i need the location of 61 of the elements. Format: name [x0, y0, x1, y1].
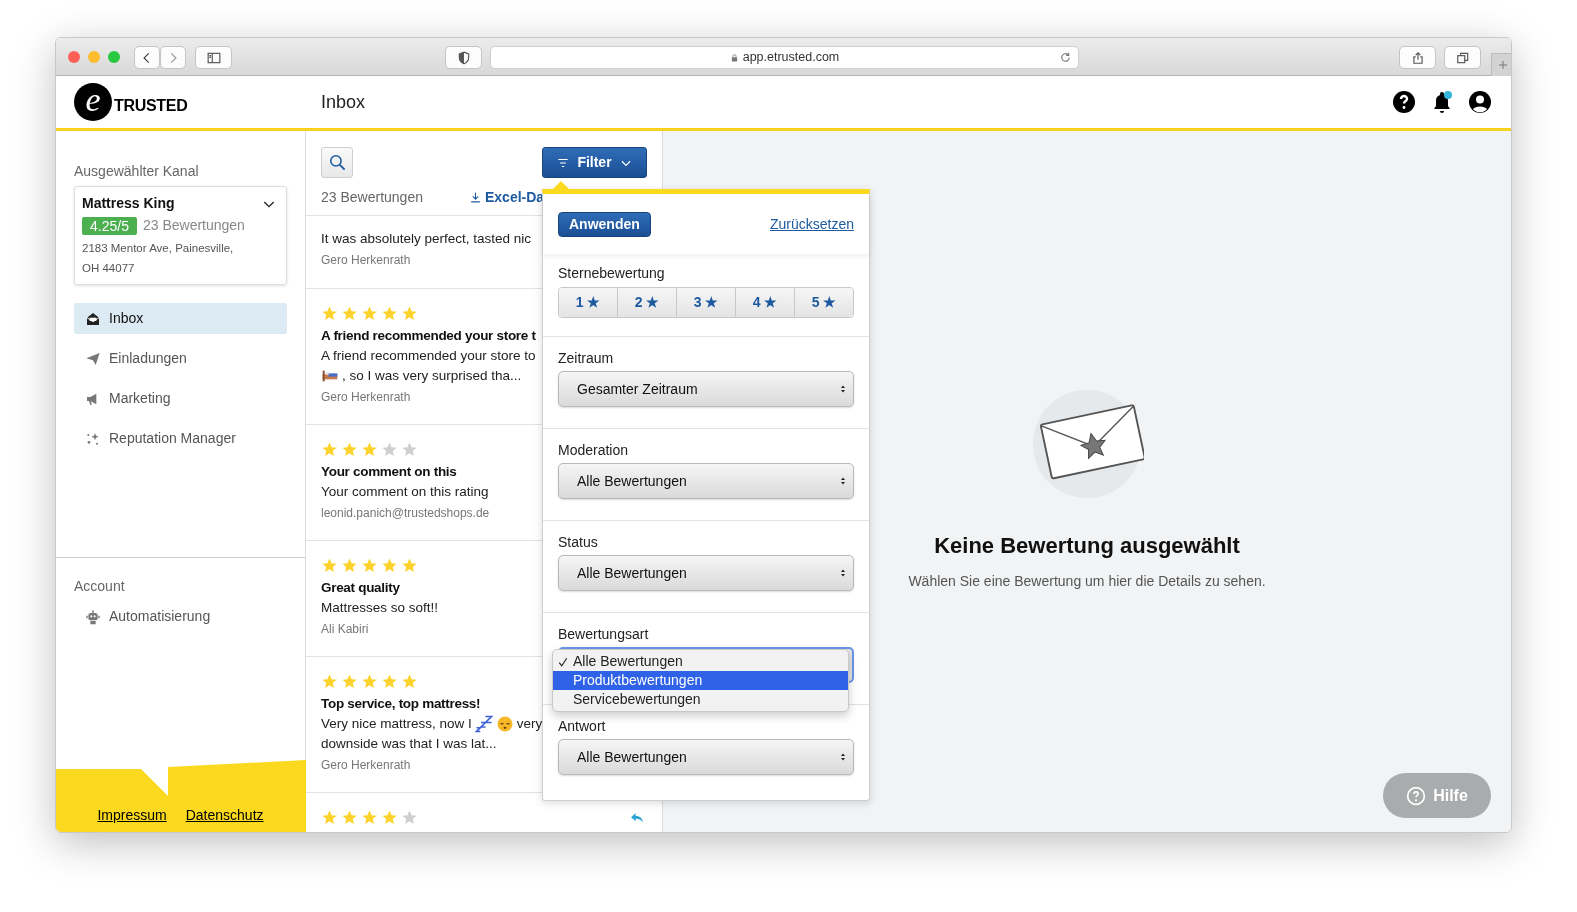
footer-link[interactable]: Impressum	[97, 805, 167, 826]
review-count: 23 Bewertungen	[321, 188, 424, 207]
dropdown-option[interactable]: Alle Bewertungen	[553, 652, 848, 671]
url-text: app.etrusted.com	[742, 49, 840, 67]
review-title: Your comment on this	[321, 463, 457, 481]
review-text: A friend recommended your store to	[321, 346, 536, 365]
select-field[interactable]: Alle Bewertungen	[558, 463, 854, 499]
select-field[interactable]: Gesamter Zeitraum	[558, 371, 854, 407]
review-title: Top service, top mattress!	[321, 695, 481, 713]
footer-link[interactable]: Datenschutz	[185, 805, 264, 826]
review-author: Gero Herkenrath	[321, 389, 411, 406]
nav-item[interactable]: Einladungen	[74, 343, 287, 374]
logo-text: TRUSTED	[114, 96, 188, 116]
star-filter-button[interactable]: 5 ★	[794, 288, 853, 317]
apply-button[interactable]: Anwenden	[558, 211, 651, 237]
filter-label: Antwort	[558, 717, 607, 736]
empty-state-text: Wählen Sie eine Bewertung um hier die Details zu sehen.	[908, 572, 1266, 591]
review-text: Mattresses so soft!!	[321, 598, 439, 617]
filter-label: Moderation	[558, 441, 630, 460]
dropdown-option[interactable]: Produktbewertungen	[553, 671, 848, 690]
empty-state-title: Keine Bewertung ausgewählt	[934, 532, 1240, 560]
review-text: It was absolutely perfect, tasted nic	[321, 229, 532, 248]
nav-item[interactable]: Inbox	[74, 303, 287, 334]
page-title: Inbox	[321, 90, 366, 114]
filter-label: Status	[558, 533, 599, 552]
filter-button[interactable]: Filter	[542, 147, 647, 178]
review-text: , so I was very surprised tha...	[342, 366, 522, 385]
star-filter-button[interactable]: 2 ★	[617, 288, 676, 317]
star-filter-button[interactable]: 3 ★	[676, 288, 735, 317]
reset-link[interactable]: Zurücksetzen	[769, 213, 854, 235]
logo-mark: e	[74, 83, 112, 121]
dropdown-option[interactable]: Servicebewertungen	[553, 690, 848, 709]
review-text: very	[516, 714, 543, 733]
review-title: Great quality	[321, 579, 400, 597]
review-author: Ali Kabiri	[321, 621, 369, 638]
channel-address: 2183 Mentor Ave, Painesville, OH 44077	[82, 241, 235, 276]
review-text: Your comment on this rating	[321, 482, 489, 501]
review-text: Very nice mattress, now I	[321, 714, 472, 733]
address-bar[interactable]: app.etrusted.com	[490, 46, 1079, 69]
nav-item[interactable]: Automatisierung	[74, 601, 287, 632]
star-filter-button[interactable]: 4 ★	[735, 288, 794, 317]
filter-label: Zeitraum	[558, 349, 615, 368]
review-author: Gero Herkenrath	[321, 252, 411, 269]
review-text: downside was that I was lat...	[321, 734, 497, 753]
select-field[interactable]: Alle Bewertungen	[558, 739, 854, 775]
section-label: Account	[74, 577, 126, 595]
select-field[interactable]: Alle Bewertungen	[558, 555, 854, 591]
nav-item[interactable]: Reputation Manager	[74, 423, 287, 454]
filter-label: Bewertungsart	[558, 625, 650, 644]
export-link[interactable]: Excel-Da	[469, 187, 545, 208]
filter-label: Sternebewertung	[558, 264, 666, 283]
section-label: Ausgewählter Kanal	[74, 162, 200, 180]
review-author: leonid.panich@trustedshops.de	[321, 505, 490, 522]
review-author: Gero Herkenrath	[321, 757, 411, 774]
nav-item[interactable]: Marketing	[74, 383, 287, 414]
channel-name: Mattress King	[82, 194, 175, 213]
channel-selector[interactable]: Mattress King 4.25/5 23 Bewertungen 2183 Mentor Ave, Painesville, OH 44077	[74, 186, 287, 285]
review-count: 23 Bewertungen	[142, 216, 245, 235]
rating-badge: 4.25/5	[82, 216, 137, 235]
review-title: A friend recommended your store t	[321, 327, 536, 345]
star-filter-button[interactable]: 1 ★	[559, 288, 617, 317]
